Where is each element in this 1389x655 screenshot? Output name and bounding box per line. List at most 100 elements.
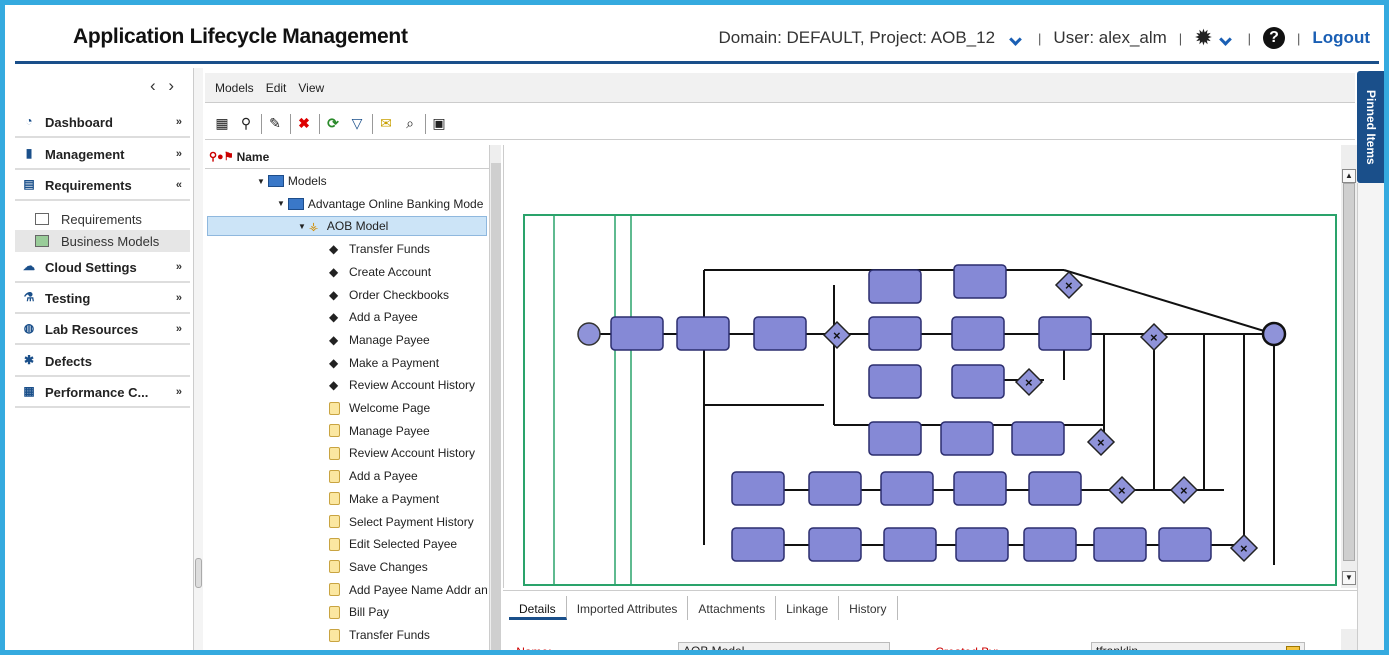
tree-row[interactable]: ◆ Make a Payment	[329, 353, 439, 373]
diagram-pane[interactable]: × × × × × × × ×	[503, 145, 1356, 588]
tree-row[interactable]: Make a Payment	[329, 489, 439, 509]
tree-row[interactable]: Review Account History	[329, 443, 475, 463]
sidebar-item-defects[interactable]: ✱ Defects	[15, 347, 190, 377]
tree-row[interactable]: ◆ Review Account History	[329, 375, 475, 395]
process-box[interactable]	[1038, 316, 1092, 351]
help-icon[interactable]: ?	[1263, 27, 1286, 49]
tree-row[interactable]: Select Payment History	[329, 512, 474, 532]
process-box[interactable]	[753, 316, 807, 351]
menu-view[interactable]: View	[298, 81, 324, 95]
domain-project-label[interactable]: Domain: DEFAULT, Project: AOB_12	[719, 28, 996, 48]
menu-models[interactable]: Models	[215, 81, 254, 95]
expand-icon[interactable]: »	[176, 292, 182, 304]
process-box[interactable]	[731, 471, 785, 506]
start-event[interactable]	[577, 322, 601, 346]
tree-scroll-thumb[interactable]	[491, 163, 501, 650]
tree-row[interactable]: ▼ Models	[257, 171, 327, 191]
new-folder-icon[interactable]: ▦	[213, 115, 231, 133]
process-box[interactable]	[676, 316, 730, 351]
process-box[interactable]	[955, 527, 1009, 562]
gateway-x-icon[interactable]: ×	[1240, 541, 1248, 556]
project-chevron-down-icon[interactable]	[1009, 32, 1022, 46]
sidebar-item-dashboard[interactable]: ◔ Dashboard »	[15, 108, 190, 138]
refresh-icon[interactable]: ⟳	[324, 115, 342, 133]
sidebar-subitem-requirements[interactable]: Requirements	[15, 208, 190, 230]
tree-row[interactable]: Welcome Page	[329, 398, 430, 418]
expand-icon[interactable]: »	[176, 386, 182, 398]
settings-chevron-down-icon[interactable]	[1218, 32, 1232, 46]
diagram-scrollbar[interactable]: ▲ ▼	[1341, 145, 1357, 588]
gateway-x-icon[interactable]: ×	[1118, 483, 1126, 498]
process-box[interactable]	[951, 364, 1005, 399]
column-name-header[interactable]: Name	[237, 150, 270, 164]
gateway-x-icon[interactable]: ×	[1065, 278, 1073, 293]
process-box[interactable]	[951, 316, 1005, 351]
created-by-field[interactable]: tfranklin	[1091, 642, 1305, 650]
sidebar-item-lab-resources[interactable]: ◍ Lab Resources »	[15, 315, 190, 345]
expand-icon[interactable]: »	[176, 261, 182, 273]
menu-edit[interactable]: Edit	[266, 81, 287, 95]
process-box[interactable]	[868, 316, 922, 351]
tree-row[interactable]: Add Payee Name Addr an	[329, 580, 488, 600]
expand-icon[interactable]: »	[176, 116, 182, 128]
process-box[interactable]	[868, 421, 922, 456]
find-icon[interactable]: ⌕	[401, 115, 419, 133]
expand-icon[interactable]: »	[176, 323, 182, 335]
tree-row[interactable]: ◆ Manage Payee	[329, 330, 430, 350]
sidebar-splitter[interactable]	[193, 68, 203, 650]
process-box[interactable]	[808, 471, 862, 506]
tree-row[interactable]: ▼ Advantage Online Banking Mode	[277, 194, 483, 214]
process-box[interactable]	[940, 421, 994, 456]
scroll-down-icon[interactable]: ▼	[1342, 571, 1356, 585]
splitter-grip[interactable]	[195, 558, 202, 588]
tab-imported-attributes[interactable]: Imported Attributes	[567, 595, 689, 620]
nav-forward-icon[interactable]: ›	[168, 76, 174, 95]
process-box[interactable]	[880, 471, 934, 506]
tree-row[interactable]: ◆ Order Checkbooks	[329, 285, 449, 305]
process-box[interactable]	[868, 269, 922, 304]
gateway-x-icon[interactable]: ×	[1180, 483, 1188, 498]
expand-arrow-icon[interactable]: ▼	[277, 199, 285, 208]
new-model-icon[interactable]: ⚲	[237, 115, 255, 133]
gateway-x-icon[interactable]: ×	[1097, 435, 1105, 450]
sidebar-subitem-business-models[interactable]: Business Models	[15, 230, 190, 252]
mail-user-icon[interactable]	[1286, 646, 1300, 650]
sidebar-item-management[interactable]: ▮ Management »	[15, 140, 190, 170]
mail-icon[interactable]: ✉	[377, 115, 395, 133]
diagram-scroll-thumb[interactable]	[1343, 183, 1355, 561]
tree-row[interactable]: Save Changes	[329, 557, 428, 577]
tree-row[interactable]: ▼ ⚶ AOB Model	[207, 216, 487, 237]
tree-row[interactable]: Bill Pay	[329, 602, 389, 622]
tree-scrollbar[interactable]	[489, 145, 501, 650]
expand-arrow-icon[interactable]: ▼	[298, 222, 306, 231]
expand-arrow-icon[interactable]: ▼	[257, 177, 265, 186]
process-box[interactable]	[953, 264, 1007, 299]
sidebar-item-cloud-settings[interactable]: ☁ Cloud Settings »	[15, 253, 190, 283]
details-icon[interactable]: ▣	[430, 115, 448, 133]
tree-row[interactable]: ◆ Create Account	[329, 262, 431, 282]
details-scrollbar[interactable]	[1341, 629, 1357, 650]
tab-linkage[interactable]: Linkage	[776, 595, 840, 620]
process-box[interactable]	[953, 471, 1007, 506]
filter-icon[interactable]: ▽	[348, 115, 366, 133]
scroll-up-icon[interactable]: ▲	[1342, 169, 1356, 183]
sidebar-item-testing[interactable]: ⚗ Testing »	[15, 284, 190, 314]
gateway-x-icon[interactable]: ×	[1025, 375, 1033, 390]
delete-icon[interactable]: ✖	[295, 115, 313, 133]
tab-attachments[interactable]: Attachments	[688, 595, 777, 620]
pinned-items-tab[interactable]: Pinned Items	[1357, 71, 1384, 183]
process-box[interactable]	[868, 364, 922, 399]
process-box[interactable]	[1158, 527, 1212, 562]
tree-row[interactable]: ◆ Add a Payee	[329, 307, 418, 327]
process-box[interactable]	[1093, 527, 1147, 562]
process-box[interactable]	[883, 527, 937, 562]
process-box[interactable]	[808, 527, 862, 562]
tree-row[interactable]: Transfer Funds	[329, 625, 430, 645]
tree-row[interactable]: ◆ Transfer Funds	[329, 239, 430, 259]
process-box[interactable]	[1028, 471, 1082, 506]
logout-link[interactable]: Logout	[1312, 28, 1370, 48]
tree-row[interactable]: Create Account	[329, 648, 431, 650]
nav-back-icon[interactable]: ‹	[150, 76, 156, 95]
gateway-x-icon[interactable]: ×	[833, 328, 841, 343]
gateway-x-icon[interactable]: ×	[1150, 330, 1158, 345]
